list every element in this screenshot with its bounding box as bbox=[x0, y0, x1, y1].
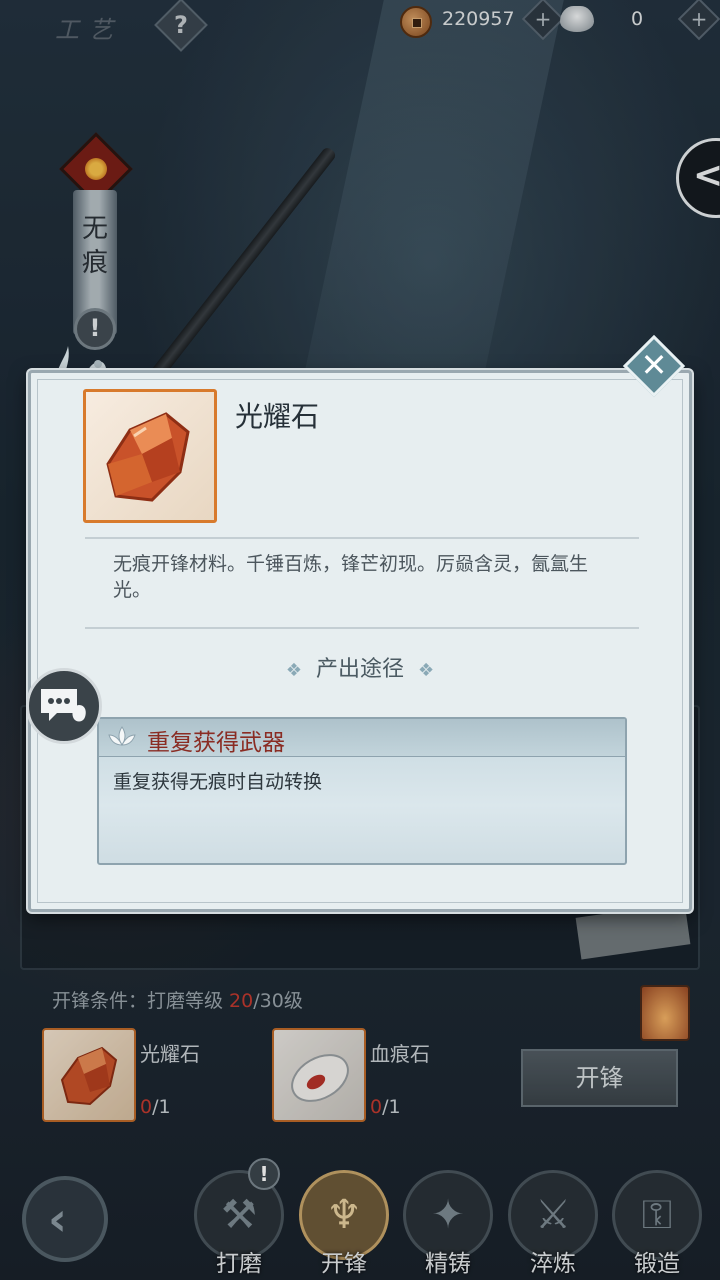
source-card-header: 重复获得武器 bbox=[99, 719, 625, 757]
chat-button[interactable] bbox=[26, 668, 102, 744]
ornament-icon: ❖ bbox=[285, 660, 302, 681]
item-name: 光耀石 bbox=[235, 400, 320, 433]
source-name: 重复获得武器 bbox=[147, 730, 285, 756]
source-description: 重复获得无痕时自动转换 bbox=[113, 771, 323, 793]
lotus-icon bbox=[108, 726, 136, 746]
item-description: 无痕开锋材料。千锤百炼，锋芒初现。厉赑含灵，氤氲生光。 bbox=[113, 553, 589, 601]
divider bbox=[85, 537, 639, 539]
item-info-dialog: 光耀石 无痕开锋材料。千锤百炼，锋芒初现。厉赑含灵，氤氲生光。 ❖ 产出途径 ❖ 重… bbox=[28, 370, 692, 912]
close-icon: ✕ bbox=[640, 346, 668, 384]
divider bbox=[85, 627, 639, 629]
source-section-title: ❖ 产出途径 ❖ bbox=[285, 657, 435, 682]
chat-bubble-icon bbox=[41, 689, 86, 722]
source-card[interactable]: 重复获得武器 重复获得无痕时自动转换 bbox=[97, 717, 627, 865]
ornament-icon: ❖ bbox=[418, 660, 435, 681]
item-icon-frame bbox=[83, 389, 217, 523]
guangyao-stone-icon bbox=[106, 412, 190, 502]
